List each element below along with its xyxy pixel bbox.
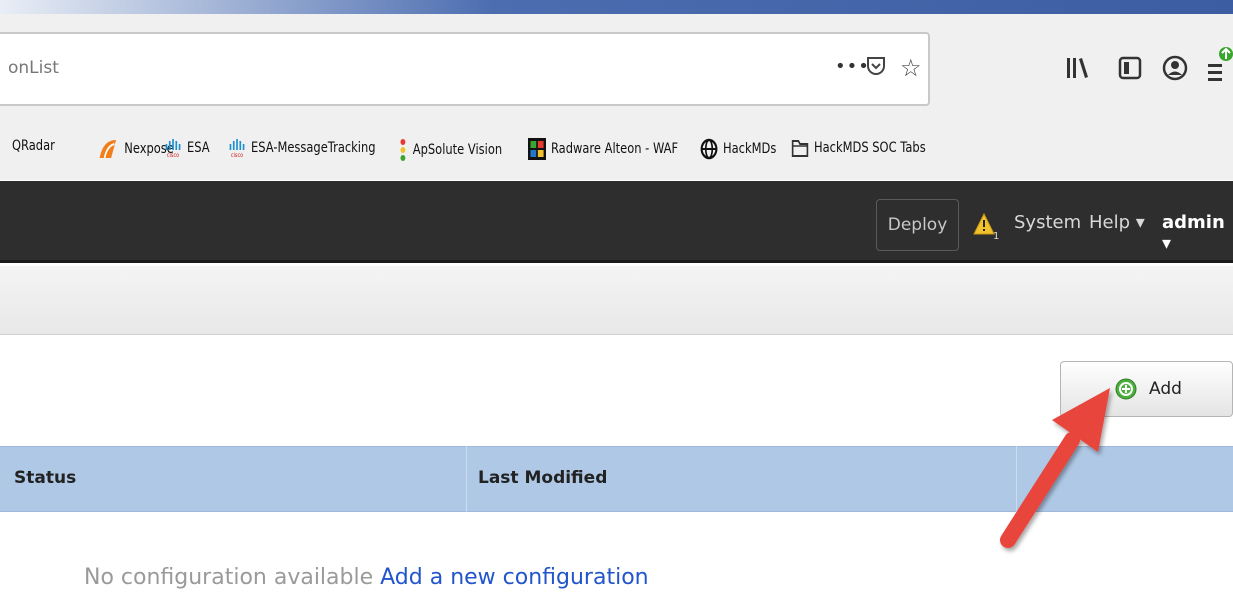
- svg-text:cisco: cisco: [167, 153, 180, 158]
- pocket-icon[interactable]: [866, 56, 886, 78]
- menu-icon[interactable]: [1206, 46, 1233, 86]
- empty-state: No configuration available Add a new con…: [84, 565, 649, 590]
- bookmark-apsolute-vision[interactable]: ApSolute Vision: [398, 138, 502, 162]
- alert-count: 1: [993, 231, 999, 240]
- help-menu[interactable]: Help ▾: [1089, 212, 1145, 233]
- add-configuration-link[interactable]: Add a new configuration: [380, 565, 648, 590]
- library-icon[interactable]: [1065, 56, 1091, 80]
- bookmark-esa-messagetracking[interactable]: cisco ESA-MessageTracking: [228, 138, 376, 158]
- bookmark-label: Radware Alteon - WAF: [550, 141, 679, 157]
- column-header-status[interactable]: Status: [14, 468, 76, 488]
- account-icon[interactable]: [1162, 55, 1188, 81]
- bookmark-label: ESA-MessageTracking: [250, 140, 376, 156]
- bookmark-esa[interactable]: cisco ESA: [164, 138, 210, 158]
- bookmark-label: HackMDS SOC Tabs: [813, 140, 926, 156]
- deploy-label: Deploy: [887, 215, 948, 235]
- folder-icon: [791, 140, 809, 157]
- svg-text:cisco: cisco: [231, 153, 244, 158]
- column-divider: [466, 446, 467, 512]
- url-text[interactable]: onList: [8, 58, 59, 78]
- cisco-icon: cisco: [229, 139, 245, 158]
- bookmark-radware-alteon[interactable]: Radware Alteon - WAF: [528, 138, 678, 160]
- sub-toolbar: [0, 266, 1233, 335]
- cisco-icon: cisco: [165, 139, 181, 158]
- apsolute-icon: [400, 139, 406, 161]
- sidebar-icon[interactable]: [1118, 56, 1142, 80]
- system-menu[interactable]: System: [1014, 212, 1081, 233]
- radware-icon: [528, 138, 547, 160]
- bookmark-star-icon[interactable]: ☆: [900, 54, 922, 82]
- bookmark-nexpose[interactable]: Nexpose: [98, 138, 174, 160]
- nexpose-icon: [99, 140, 117, 159]
- user-menu[interactable]: admin ▾: [1162, 212, 1233, 254]
- bookmark-label: QRadar: [12, 138, 55, 154]
- window-top-strip: [0, 0, 1233, 14]
- annotation-arrow-icon: [1000, 388, 1110, 548]
- bookmark-label: HackMDs: [722, 141, 777, 157]
- deploy-button[interactable]: Deploy: [876, 199, 959, 251]
- bookmark-hackmds-soc-tabs[interactable]: HackMDS SOC Tabs: [791, 138, 926, 158]
- bookmark-label: ApSolute Vision: [412, 142, 503, 158]
- add-label: Add: [1149, 379, 1182, 399]
- page-actions-icon[interactable]: •••: [835, 56, 870, 77]
- warning-icon[interactable]: 1: [973, 212, 999, 240]
- bookmark-qradar[interactable]: QRadar: [12, 138, 55, 154]
- empty-state-text: No configuration available: [84, 565, 374, 590]
- url-bar[interactable]: [0, 32, 930, 106]
- bookmark-label: ESA: [186, 140, 210, 156]
- globe-icon: [700, 138, 718, 160]
- column-header-last-modified[interactable]: Last Modified: [478, 468, 607, 488]
- bookmark-hackmds[interactable]: HackMDs: [700, 138, 776, 160]
